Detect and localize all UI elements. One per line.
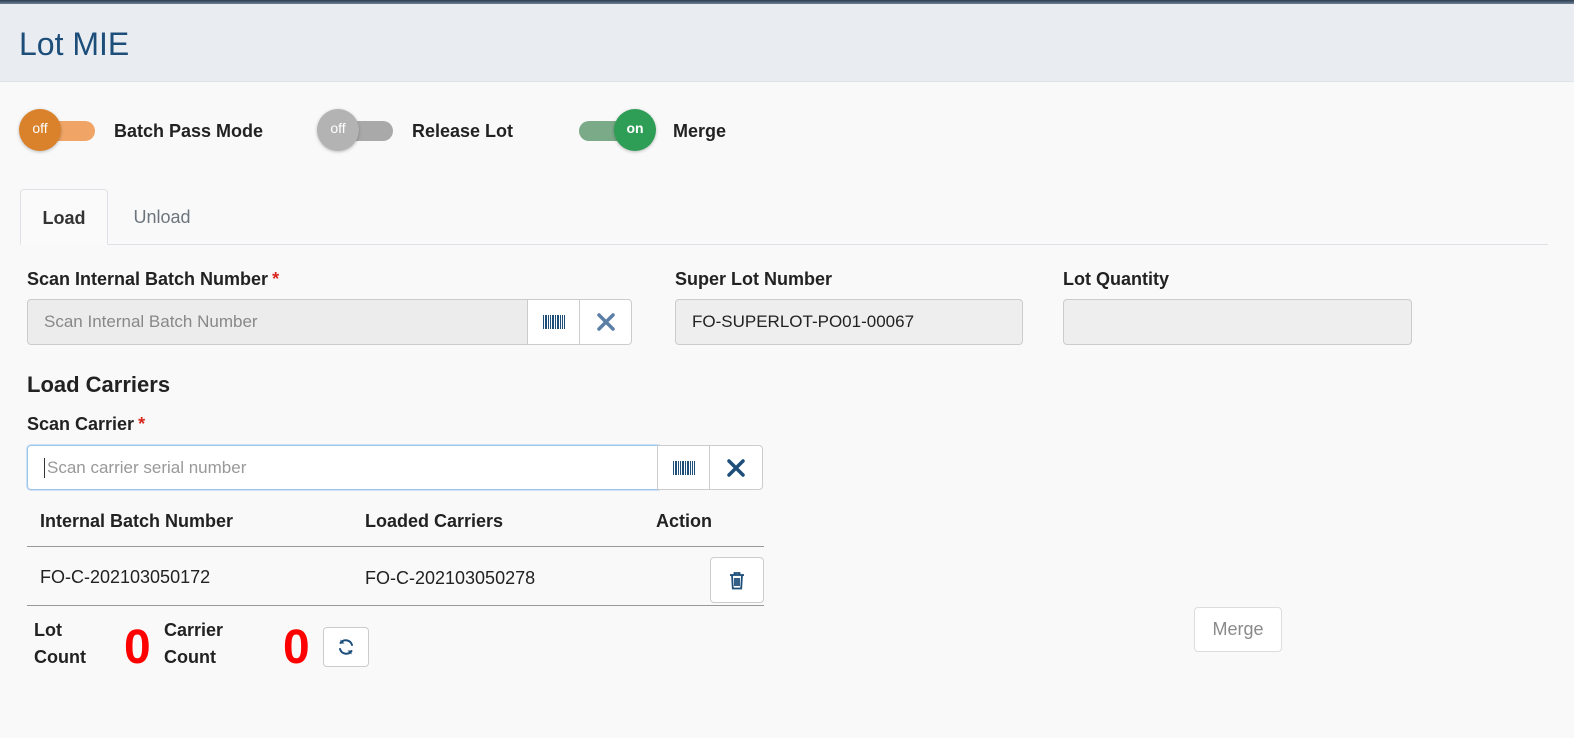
page-header: Lot MIE xyxy=(0,4,1574,82)
batch-barcode-button[interactable] xyxy=(527,299,580,345)
toggle-knob: off xyxy=(19,109,61,151)
clear-icon xyxy=(727,458,745,477)
refresh-button[interactable] xyxy=(323,627,369,667)
delete-row-button[interactable] xyxy=(710,557,764,603)
lot-count-label-line2: Count xyxy=(34,647,86,667)
merge-toggle[interactable]: on Merge xyxy=(579,109,749,153)
barcode-icon xyxy=(672,460,695,475)
batch-number-label-text: Scan Internal Batch Number xyxy=(27,269,269,289)
tab-load[interactable]: Load xyxy=(20,189,108,245)
barcode-icon xyxy=(542,315,565,329)
batch-number-label: Scan Internal Batch Number * xyxy=(27,269,279,290)
carrier-count-label-line2: Count xyxy=(164,647,216,667)
trash-icon xyxy=(730,571,744,589)
merge-button[interactable]: Merge xyxy=(1194,607,1282,652)
required-mark: * xyxy=(138,414,146,434)
lot-count-label: Lot Count xyxy=(34,617,86,671)
super-lot-value: FO-SUPERLOT-PO01-00067 xyxy=(692,312,915,331)
batch-number-input[interactable]: Scan Internal Batch Number xyxy=(27,299,529,345)
column-header-action: Action xyxy=(656,511,712,531)
super-lot-field: FO-SUPERLOT-PO01-00067 xyxy=(675,299,1023,345)
carrier-barcode-button[interactable] xyxy=(657,445,710,490)
toggle-knob: on xyxy=(614,109,656,151)
batch-clear-button[interactable] xyxy=(579,299,632,345)
release-lot-toggle[interactable]: off Release Lot xyxy=(317,109,537,153)
carrier-clear-button[interactable] xyxy=(709,445,763,490)
lot-quantity-field xyxy=(1063,299,1412,345)
column-header-carriers: Loaded Carriers xyxy=(365,511,504,531)
table-bottom-divider xyxy=(27,605,764,606)
scan-carrier-label: Scan Carrier * xyxy=(27,414,145,435)
carrier-count-label: Carrier Count xyxy=(164,617,223,671)
super-lot-label: Super Lot Number xyxy=(675,269,833,289)
scan-carrier-placeholder: Scan carrier serial number xyxy=(47,457,247,477)
cell-batch: FO-C-202103050172 xyxy=(40,567,211,587)
toggle-label: Release Lot xyxy=(412,121,514,141)
load-carriers-title: Load Carriers xyxy=(27,372,171,397)
lot-count-value: 0 xyxy=(124,621,151,674)
tab-bar: Load Unload xyxy=(20,189,1548,245)
toggle-knob: off xyxy=(317,109,359,151)
scan-carrier-input[interactable]: Scan carrier serial number xyxy=(27,445,659,490)
carrier-count-value: 0 xyxy=(283,621,310,674)
column-header-batch: Internal Batch Number xyxy=(40,511,234,531)
refresh-icon xyxy=(339,639,353,655)
clear-icon xyxy=(596,313,615,331)
cell-carrier: FO-C-202103050278 xyxy=(365,568,536,588)
table-header-divider xyxy=(27,546,764,547)
page-title: Lot MIE xyxy=(19,26,130,62)
lot-quantity-label: Lot Quantity xyxy=(1063,269,1169,289)
toggle-label: Merge xyxy=(673,121,727,141)
batch-pass-mode-toggle[interactable]: off Batch Pass Mode xyxy=(19,109,279,153)
tab-unload[interactable]: Unload xyxy=(112,189,212,245)
text-caret xyxy=(44,457,45,478)
batch-number-placeholder: Scan Internal Batch Number xyxy=(44,312,258,331)
carrier-count-label-line1: Carrier xyxy=(164,620,224,640)
scan-carrier-label-text: Scan Carrier xyxy=(27,414,135,434)
lot-count-label-line1: Lot xyxy=(34,620,62,640)
toggle-label: Batch Pass Mode xyxy=(114,121,264,141)
required-mark: * xyxy=(272,269,280,289)
